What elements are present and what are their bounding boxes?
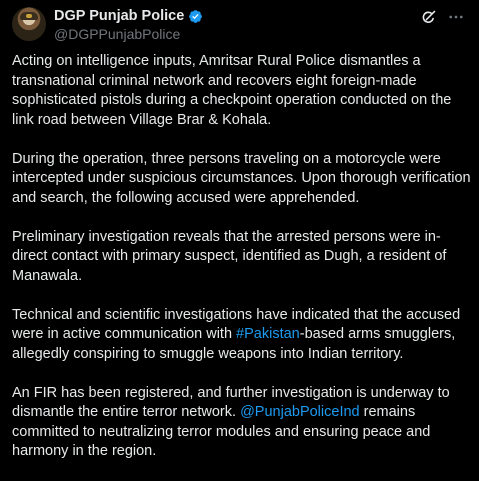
avatar-insignia-shape xyxy=(26,14,32,18)
grok-icon xyxy=(422,10,435,23)
more-horizontal-icon xyxy=(449,15,463,19)
display-name-row: DGP Punjab Police xyxy=(54,7,203,25)
mention-punjab-police-link[interactable]: @PunjabPoliceInd xyxy=(240,404,360,420)
post-paragraph-2: During the operation, three persons trav… xyxy=(12,150,471,206)
more-button[interactable] xyxy=(445,7,467,27)
hashtag-pakistan-link[interactable]: #Pakistan xyxy=(236,326,300,342)
post-card: DGP Punjab Police @DGPPunjabPolice Actin… xyxy=(0,0,479,463)
post-paragraph-5: An FIR has been registered, and further … xyxy=(12,384,472,462)
post-header: DGP Punjab Police @DGPPunjabPolice xyxy=(12,7,467,42)
author-display-name[interactable]: DGP Punjab Police xyxy=(54,8,184,24)
post-paragraph-4: Technical and scientific investigations … xyxy=(12,306,472,365)
avatar[interactable] xyxy=(12,7,46,41)
post-paragraph-1: Acting on intelligence inputs, Amritsar … xyxy=(12,53,452,128)
grok-button[interactable] xyxy=(417,7,439,27)
author-handle[interactable]: @DGPPunjabPolice xyxy=(54,26,203,42)
post-paragraph-3: Preliminary investigation reveals that t… xyxy=(12,228,447,284)
post-text: Acting on intelligence inputs, Amritsar … xyxy=(12,52,472,481)
post-actions xyxy=(411,7,467,27)
author-info: DGP Punjab Police @DGPPunjabPolice xyxy=(54,7,203,42)
verified-badge-icon xyxy=(189,9,203,23)
